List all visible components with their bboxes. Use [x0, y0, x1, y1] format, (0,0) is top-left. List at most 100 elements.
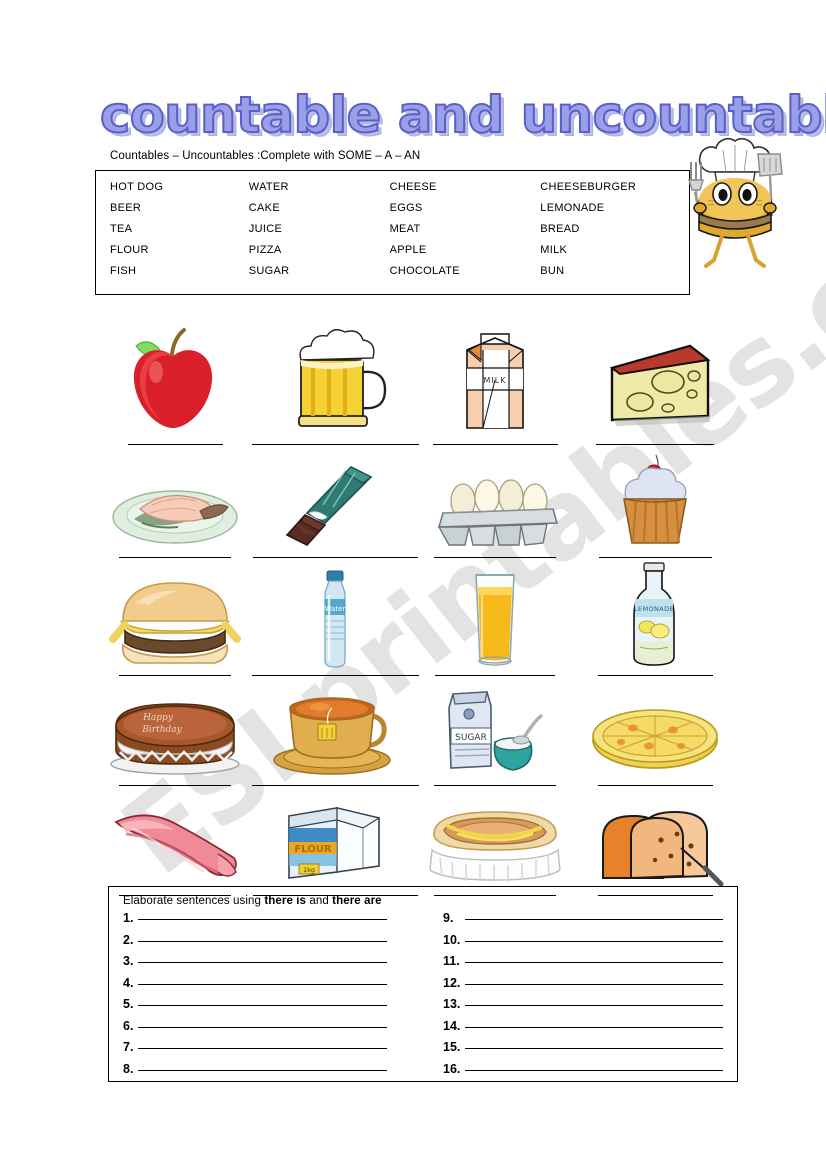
juice-glass-icon: [415, 569, 575, 669]
exercise-instruction: Elaborate sentences using there is and t…: [123, 895, 737, 907]
word-list-table: HOT DOG WATER CHEESE CHEESEBURGER BEER C…: [95, 170, 690, 295]
flour-package-icon: FLOUR 1kg: [255, 794, 415, 889]
exercise-instruction-bold-1: there is: [264, 895, 307, 907]
line-number: 8.: [123, 1061, 134, 1076]
exercise-box: Elaborate sentences using there is and t…: [108, 886, 738, 1082]
line-number: 5.: [123, 997, 134, 1011]
exercise-line: 16.: [443, 1062, 737, 1084]
picture-cell-milk: MILK: [415, 300, 575, 445]
page-title-text: countable and uncountables: [99, 85, 826, 145]
word-cell: CAKE: [248, 202, 280, 214]
word-cell: MEAT: [389, 223, 421, 235]
picture-cell-eggs: [415, 445, 575, 558]
word-cell: TEA: [110, 223, 133, 235]
line-number: 16.: [443, 1061, 461, 1076]
svg-text:Water: Water: [325, 605, 346, 613]
line-number: 4.: [123, 975, 134, 990]
line-number: 2.: [123, 932, 134, 947]
svg-text:1kg: 1kg: [303, 866, 315, 874]
chef-bee-mascot: [660, 132, 810, 287]
cupcake-icon: [575, 451, 735, 551]
svg-text:Happy: Happy: [142, 713, 174, 723]
write-blank[interactable]: [465, 919, 723, 920]
exercise-line: 11.: [443, 954, 737, 976]
exercise-line: 7.: [123, 1040, 417, 1062]
write-blank[interactable]: [138, 962, 387, 963]
exercise-instruction-prefix: Elaborate sentences using: [123, 895, 262, 907]
exercise-line: 14.: [443, 1019, 737, 1041]
exercise-line: 3.: [123, 954, 417, 976]
svg-text:MILK: MILK: [484, 376, 507, 385]
picture-row: [95, 445, 735, 558]
exercise-line: 8.: [123, 1062, 417, 1084]
table-row: BEER CAKE EGGS LEMONADE: [110, 202, 689, 223]
water-bottle-icon: Water: [255, 569, 415, 669]
table-row: HOT DOG WATER CHEESE CHEESEBURGER: [110, 181, 689, 202]
line-number: 6.: [123, 1018, 134, 1033]
lemonade-bottle-icon: LEMONADE: [575, 561, 735, 669]
picture-cell-cheeseburger: [95, 558, 255, 676]
write-blank[interactable]: [138, 1069, 387, 1071]
hot-dog-icon: [415, 794, 575, 889]
picture-cell-hotdog: [415, 786, 575, 896]
exercise-instruction-mid: and: [309, 895, 329, 907]
write-blank[interactable]: [138, 1005, 387, 1006]
beer-mug-icon: [255, 320, 415, 438]
write-blank[interactable]: [465, 1026, 723, 1028]
cheese-wedge-icon: [575, 320, 735, 438]
picture-cell-flour: FLOUR 1kg: [252, 786, 418, 896]
picture-cell-cheese: [575, 300, 735, 445]
exercise-line: 12.: [443, 976, 737, 998]
exercise-line: 5.: [123, 997, 417, 1019]
svg-text:Birthday: Birthday: [141, 725, 182, 735]
word-cell: CHEESE: [389, 181, 437, 193]
picture-cell-bread: [575, 786, 735, 896]
write-blank[interactable]: [465, 1005, 723, 1006]
picture-cell-birthday-cake: Happy Birthday: [95, 676, 255, 786]
word-cell: EGGS: [389, 202, 423, 214]
svg-text:SUGAR: SUGAR: [455, 733, 487, 743]
line-number: 3.: [123, 954, 134, 968]
table-row: FISH SUGAR CHOCOLATE BUN: [110, 265, 689, 286]
picture-cell-water: Water: [251, 558, 419, 676]
milk-carton-icon: MILK: [415, 320, 575, 438]
write-blank[interactable]: [465, 1069, 723, 1071]
write-blank[interactable]: [138, 1048, 387, 1049]
picture-row: MILK: [95, 300, 735, 445]
exercise-column-left: 1. 2. 3. 4. 5. 6. 7. 8.: [123, 911, 417, 1083]
write-blank[interactable]: [465, 1048, 723, 1049]
picture-row: Water LEMONADE: [95, 558, 735, 676]
picture-cell-chocolate: [252, 445, 418, 558]
exercise-line: 2.: [123, 933, 417, 955]
egg-carton-icon: [415, 461, 575, 551]
write-blank[interactable]: [138, 919, 387, 920]
line-number: 15.: [443, 1040, 461, 1054]
picture-cell-cupcake: [575, 445, 735, 558]
word-cell: HOT DOG: [110, 181, 164, 193]
picture-cell-beer: [251, 300, 419, 445]
word-cell: WATER: [248, 181, 289, 193]
exercise-line: 4.: [123, 976, 417, 998]
sugar-bag-icon: SUGAR: [415, 684, 575, 779]
pizza-icon: [575, 684, 735, 779]
svg-text:LEMONADE: LEMONADE: [634, 605, 674, 613]
bread-icon: [575, 794, 735, 889]
exercise-line: 13.: [443, 997, 737, 1019]
line-number: 1.: [123, 911, 134, 925]
line-number: 7.: [123, 1040, 134, 1054]
word-cell: BEER: [110, 202, 142, 214]
apple-icon: [95, 320, 255, 438]
line-number: 12.: [443, 975, 461, 990]
write-blank[interactable]: [465, 940, 723, 942]
picture-cell-pizza: [575, 676, 735, 786]
write-blank[interactable]: [465, 962, 723, 963]
write-blank[interactable]: [138, 1026, 387, 1028]
write-blank[interactable]: [138, 983, 387, 985]
instruction-text: Countables – Uncountables :Complete with…: [110, 150, 421, 162]
word-cell: CHOCOLATE: [389, 265, 460, 277]
picture-row: FLOUR 1kg: [95, 786, 735, 896]
write-blank[interactable]: [138, 940, 387, 942]
picture-cell-sugar: SUGAR: [415, 676, 575, 786]
word-cell: FISH: [110, 265, 137, 277]
write-blank[interactable]: [465, 983, 723, 985]
